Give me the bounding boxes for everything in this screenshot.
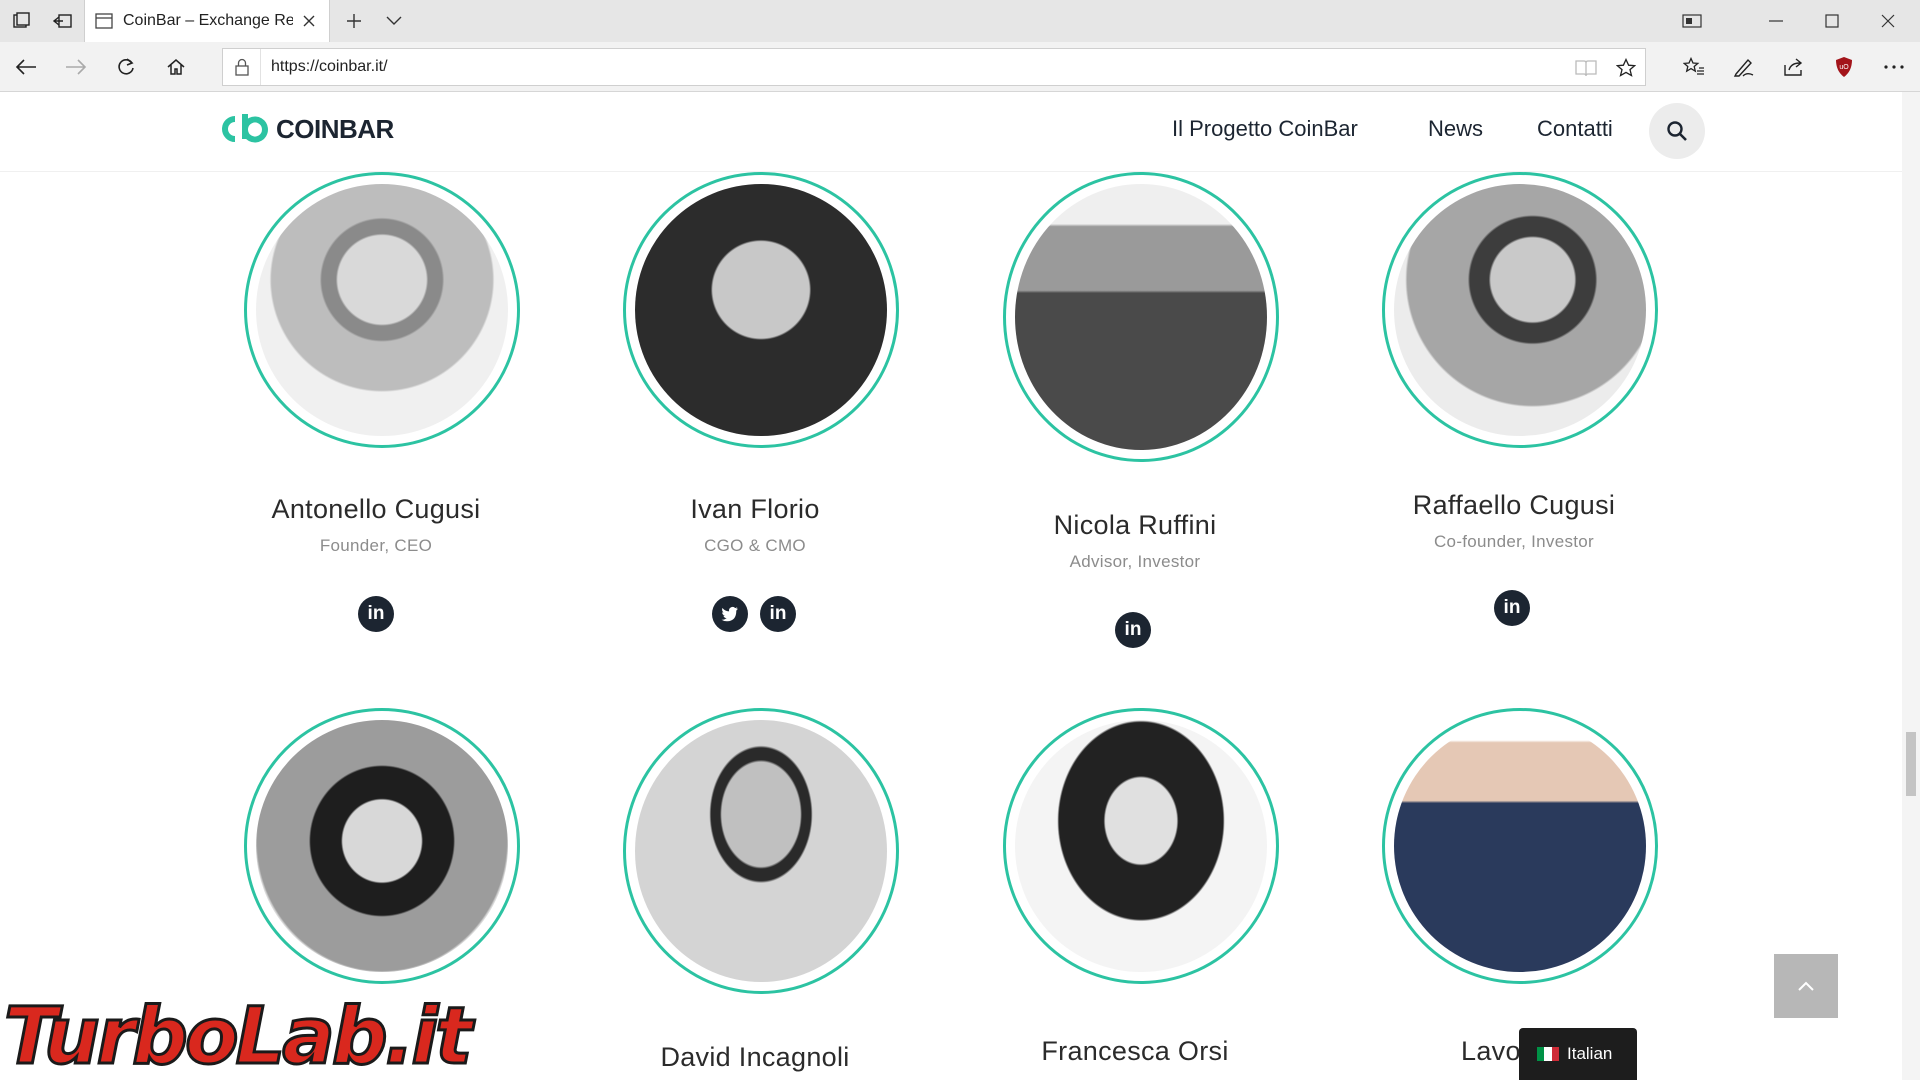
svg-text:uO: uO (1839, 64, 1849, 71)
nav-link-contatti[interactable]: Contatti (1537, 116, 1613, 142)
linkedin-icon[interactable]: in (358, 596, 394, 632)
member-name: Antonello Cugusi (271, 494, 481, 524)
member-photo (1003, 172, 1279, 462)
member-name: David Incagnoli (660, 1042, 850, 1072)
pen-icon[interactable] (1722, 46, 1766, 88)
minimize-icon[interactable] (1748, 0, 1804, 42)
back-icon[interactable] (4, 46, 48, 88)
page-scrollbar[interactable] (1902, 92, 1920, 1080)
member-photo (244, 172, 520, 448)
home-icon[interactable] (154, 46, 198, 88)
member-name: Nicola Ruffini (1053, 510, 1217, 540)
nav-link-news[interactable]: News (1428, 116, 1483, 142)
share-icon[interactable] (1772, 46, 1816, 88)
address-bar[interactable]: https://coinbar.it/ (222, 48, 1646, 86)
member-role: Co-founder, Investor (1433, 532, 1595, 551)
new-tab-icon[interactable] (340, 8, 368, 34)
member-photo (1003, 708, 1279, 984)
favorites-icon[interactable] (1672, 46, 1716, 88)
logo-text: COINBAR (276, 113, 394, 144)
maximize-icon[interactable] (1804, 0, 1860, 42)
italy-flag-icon (1537, 1047, 1559, 1061)
linkedin-icon[interactable]: in (760, 596, 796, 632)
page-icon (95, 13, 113, 29)
member-photo (1382, 708, 1658, 984)
star-icon[interactable] (1609, 51, 1643, 85)
site-header: COINBAR Il Progetto CoinBar News Contatt… (0, 92, 1902, 172)
member-name: Francesca Orsi (1041, 1036, 1229, 1066)
nav-link-progetto[interactable]: Il Progetto CoinBar (1172, 116, 1358, 142)
forward-icon[interactable] (54, 46, 98, 88)
coinbar-logo[interactable]: COINBAR (218, 112, 394, 146)
search-icon (1667, 121, 1687, 141)
scrollbar-thumb[interactable] (1906, 732, 1916, 796)
chevron-up-icon (1798, 981, 1814, 991)
tab-preview-icon[interactable] (1664, 0, 1720, 42)
ublock-icon[interactable]: uO (1822, 46, 1866, 88)
member-role: Founder, CEO (319, 536, 433, 555)
member-photo (1382, 172, 1658, 448)
linkedin-icon[interactable]: in (1494, 590, 1530, 626)
member-role: Advisor, Investor (1069, 552, 1201, 571)
coinbar-logo-icon (222, 114, 268, 143)
search-button[interactable] (1649, 103, 1705, 159)
member-name: Ivan Florio (690, 494, 820, 524)
tab-actions-icon[interactable] (0, 0, 42, 42)
language-switcher[interactable]: Italian (1519, 1028, 1637, 1080)
more-icon[interactable] (1872, 46, 1916, 88)
browser-tab[interactable]: CoinBar – Exchange Reg (84, 0, 330, 42)
set-aside-tabs-icon[interactable] (42, 0, 84, 42)
member-photo (623, 172, 899, 448)
reading-view-icon[interactable] (1569, 51, 1603, 85)
back-to-top-button[interactable] (1774, 954, 1838, 1018)
turbolab-watermark: TurboLab.it (2, 991, 473, 1080)
close-tab-icon[interactable] (299, 11, 319, 31)
refresh-icon[interactable] (104, 46, 148, 88)
url-text: https://coinbar.it/ (271, 58, 388, 75)
member-role: CGO & CMO (704, 536, 806, 555)
close-window-icon[interactable] (1860, 0, 1916, 42)
tab-title: CoinBar – Exchange Reg (123, 12, 293, 29)
member-name: Raffaello Cugusi (1412, 490, 1616, 520)
chevron-down-icon[interactable] (380, 8, 408, 34)
tab-bar: CoinBar – Exchange Reg (0, 0, 1920, 42)
member-photo (623, 708, 899, 994)
lock-icon[interactable] (223, 49, 261, 85)
language-label: Italian (1567, 1044, 1613, 1063)
member-photo (244, 708, 520, 984)
linkedin-icon[interactable]: in (1115, 612, 1151, 648)
web-page: COINBAR Il Progetto CoinBar News Contatt… (0, 92, 1902, 1080)
address-toolbar: https://coinbar.it/ uO (0, 42, 1920, 92)
twitter-icon[interactable] (712, 596, 748, 632)
